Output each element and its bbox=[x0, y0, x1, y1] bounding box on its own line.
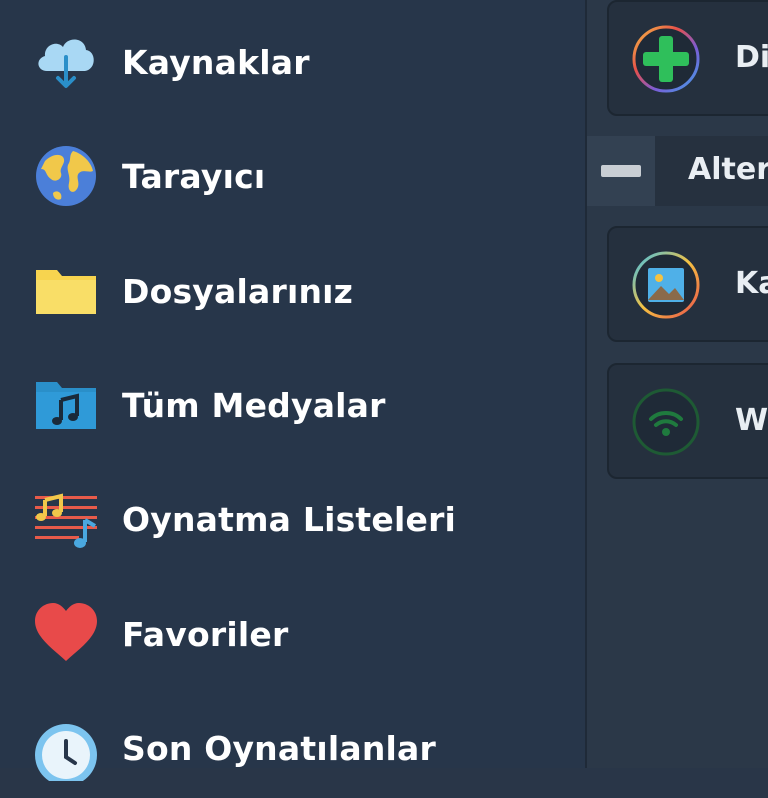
minus-icon bbox=[601, 165, 641, 177]
heart-icon bbox=[33, 601, 99, 667]
nav-item-favoriler[interactable]: Favoriler bbox=[0, 584, 585, 684]
globe-icon bbox=[33, 143, 99, 209]
section-alternative: Altern bbox=[587, 136, 768, 206]
nav-item-dosyalariniz[interactable]: Dosyalarınız bbox=[0, 241, 585, 341]
card-wifi-label: Wi bbox=[735, 403, 768, 438]
section-label: Altern bbox=[688, 152, 768, 187]
cloud-download-icon bbox=[33, 29, 99, 95]
add-circle-icon bbox=[631, 24, 701, 94]
nav-item-label: Tarayıcı bbox=[122, 156, 266, 196]
nav-item-label: Tüm Medyalar bbox=[122, 385, 386, 425]
nav-item-oynatma-listeleri[interactable]: Oynatma Listeleri bbox=[0, 469, 585, 569]
card-other[interactable]: Diğ bbox=[607, 0, 768, 116]
card-wifi[interactable]: Wi bbox=[607, 363, 768, 479]
nav-item-label: Dosyalarınız bbox=[122, 271, 354, 311]
playlist-icon bbox=[33, 486, 99, 552]
card-gallery[interactable]: Ka bbox=[607, 226, 768, 342]
nav-item-label: Kaynaklar bbox=[122, 42, 310, 82]
image-icon bbox=[631, 250, 701, 320]
clock-icon bbox=[33, 715, 99, 781]
wifi-icon bbox=[631, 387, 701, 457]
nav-item-tum-medyalar[interactable]: Tüm Medyalar bbox=[0, 355, 585, 455]
nav-item-tarayici[interactable]: Tarayıcı bbox=[0, 126, 585, 226]
nav-item-label: Oynatma Listeleri bbox=[122, 499, 457, 539]
nav-item-label: Favoriler bbox=[122, 614, 289, 654]
settings-pane: Diğ Altern Ka bbox=[587, 0, 768, 768]
folder-icon bbox=[33, 258, 99, 324]
nav-item-kaynaklar[interactable]: Kaynaklar bbox=[0, 12, 585, 112]
collapse-button[interactable] bbox=[587, 136, 655, 206]
music-folder-icon bbox=[33, 372, 99, 438]
nav-item-son-oynatilanlar[interactable]: Son Oynatılanlar bbox=[0, 698, 585, 798]
card-other-label: Diğ bbox=[735, 40, 768, 75]
navigation-drawer: Kaynaklar Tarayıcı Dosyalarınız Tüm Medy… bbox=[0, 0, 585, 781]
nav-item-label: Son Oynatılanlar bbox=[122, 728, 436, 768]
card-gallery-label: Ka bbox=[735, 266, 768, 301]
